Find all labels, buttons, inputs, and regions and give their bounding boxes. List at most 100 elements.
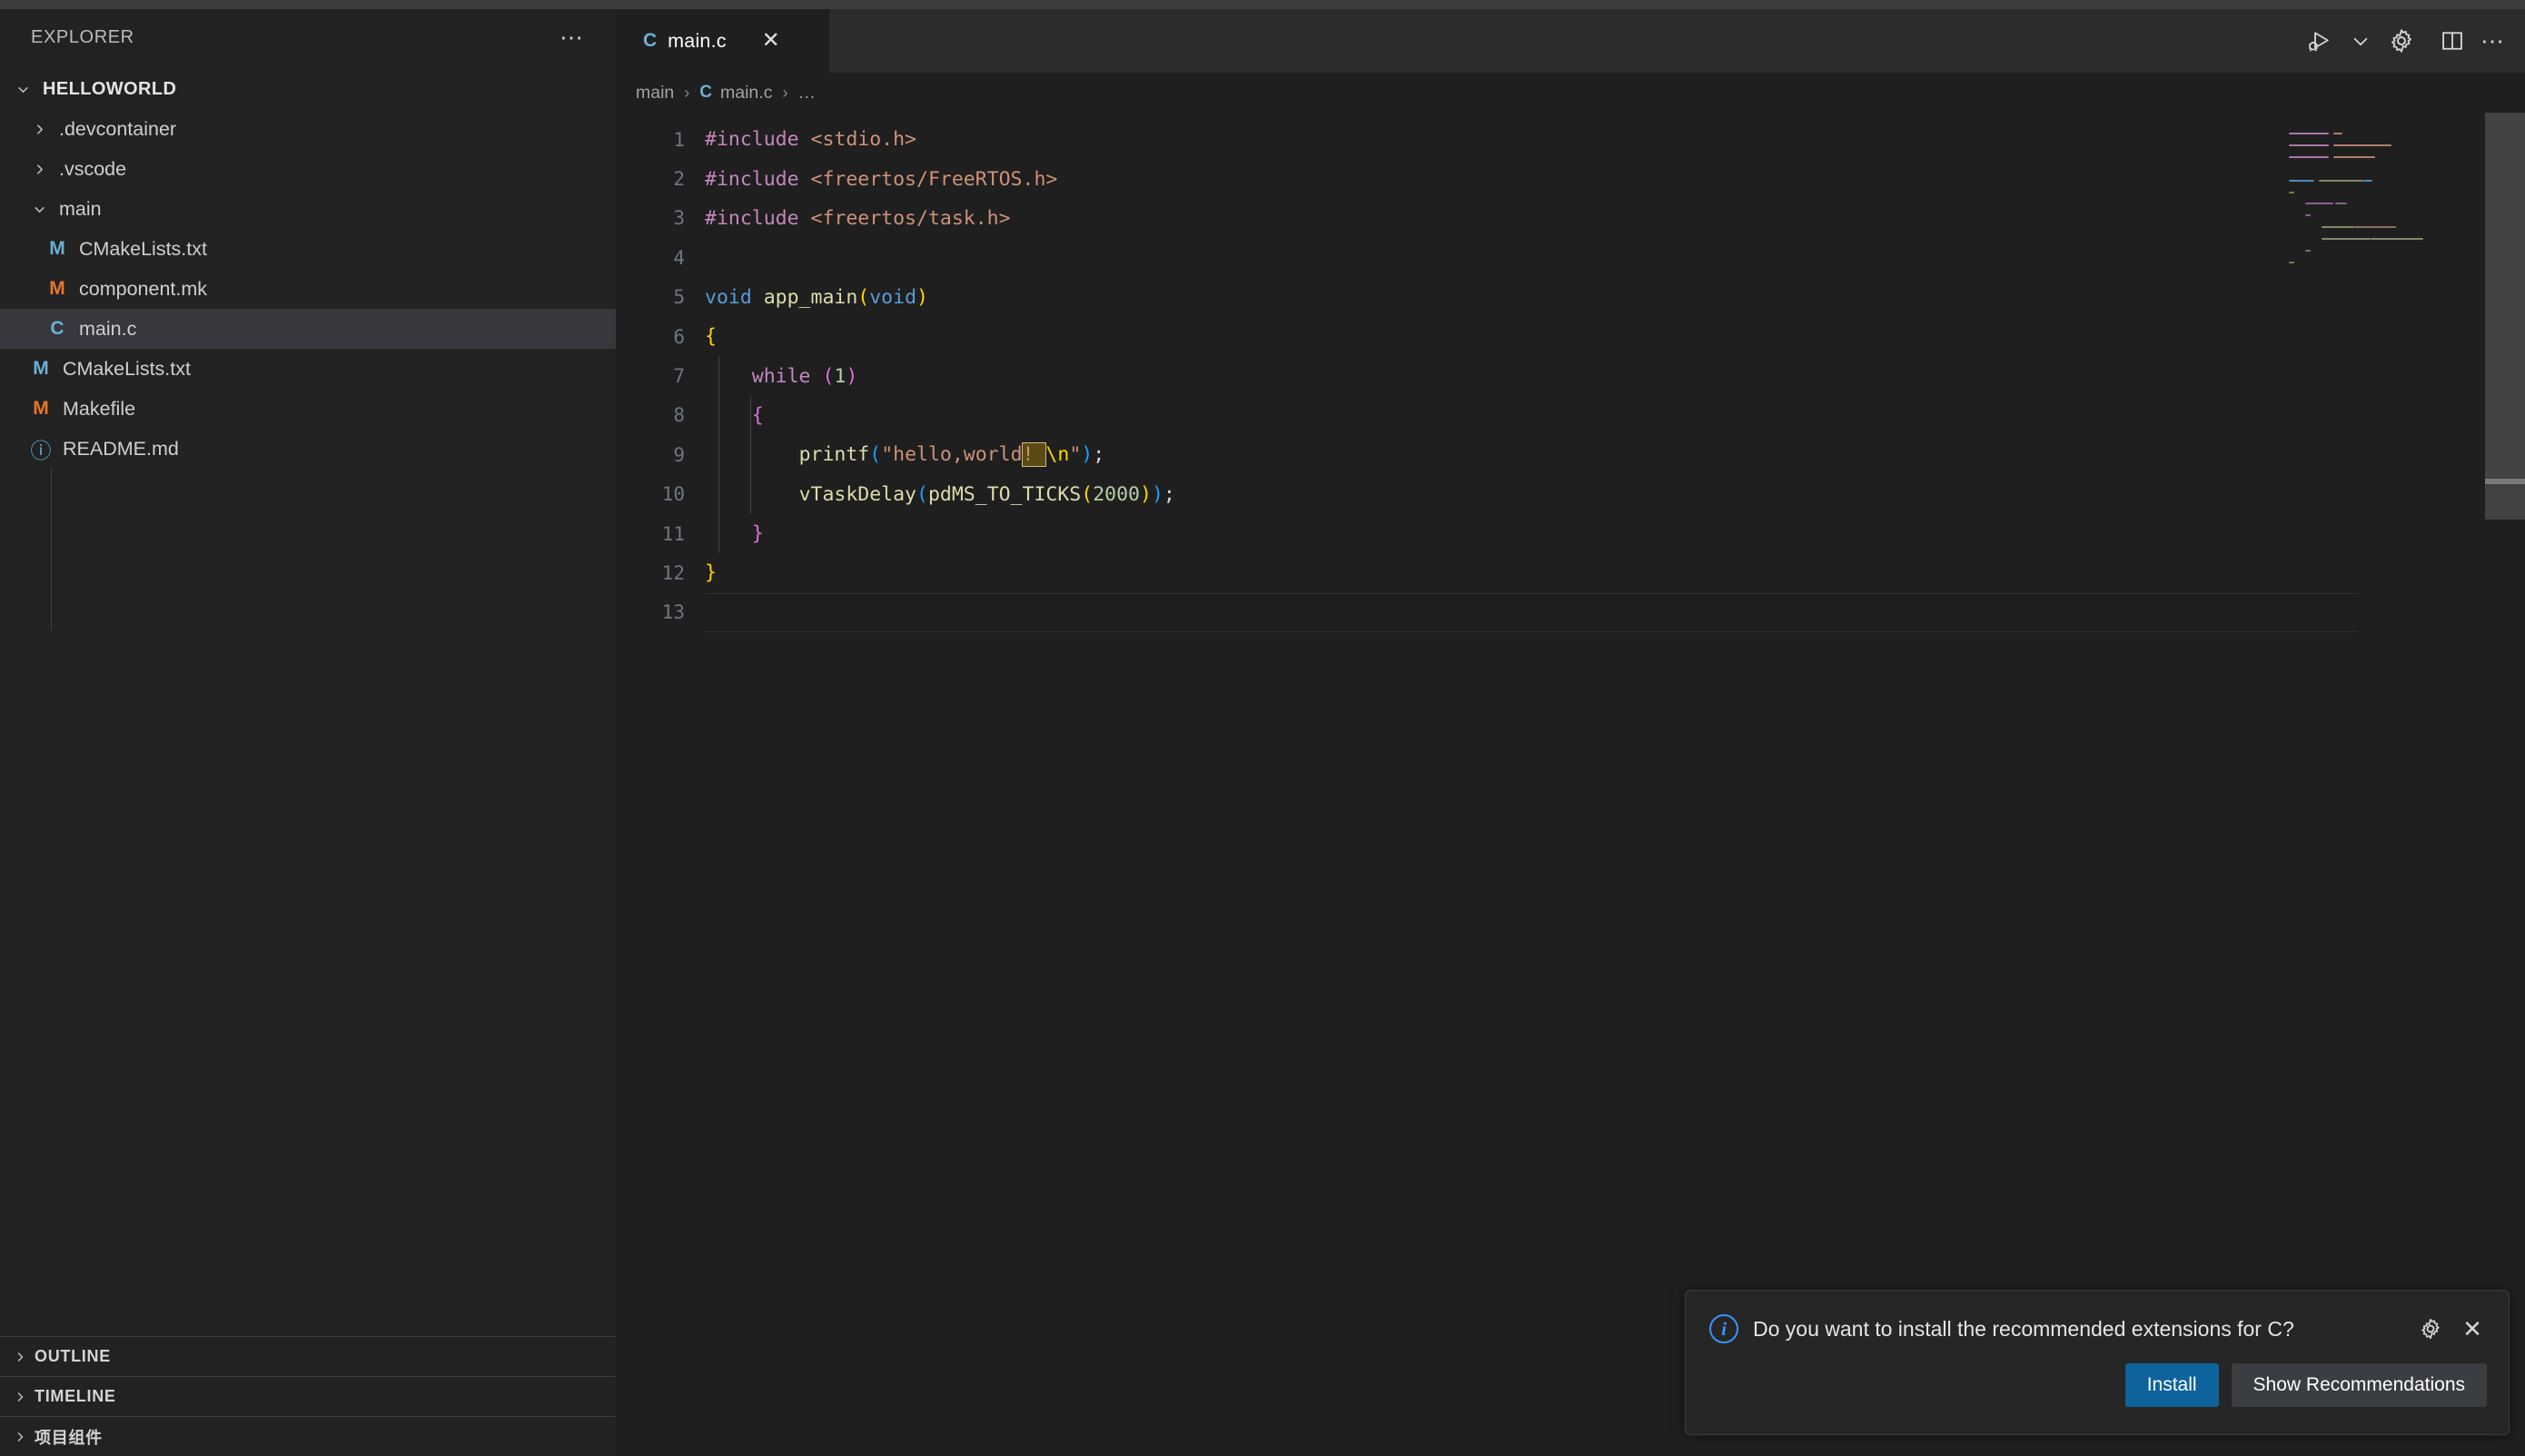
sidebar-item-label: main [59, 197, 102, 220]
code-token: ( [869, 443, 882, 467]
run-and-debug-icon[interactable] [2294, 9, 2345, 73]
line-number: 10 [661, 483, 685, 506]
code-token: void [705, 285, 752, 309]
code-line[interactable]: 7 while (1) [616, 356, 2525, 395]
panel-outline[interactable]: OUTLINE [0, 1336, 616, 1376]
sidebar-item-root-cmakelists[interactable]: M CMakeLists.txt [0, 349, 616, 389]
line-number: 8 [673, 404, 685, 427]
cmake-icon: M [33, 358, 49, 379]
line-number: 4 [673, 246, 685, 269]
code-lines: 1 #include <stdio.h> 2 #include <freertos/F… [616, 120, 2525, 633]
breadcrumb-more[interactable]: … [797, 83, 817, 104]
code-token: ) [916, 285, 928, 309]
close-icon[interactable]: ✕ [759, 30, 783, 52]
code-text: #include <stdio.h> [705, 128, 916, 151]
editor-tab-bar: C main.c ✕ ⋯ [616, 9, 2525, 73]
chevron-down-icon[interactable] [2345, 9, 2376, 73]
sidebar-collapsed-panels: OUTLINE TIMELINE 项目组件 [0, 1336, 616, 1456]
code-text: printf("hello,world! \n"); [705, 442, 1105, 468]
code-token: app_main [751, 285, 858, 309]
panel-label: TIMELINE [35, 1387, 116, 1405]
scrollbar-thumb[interactable] [2485, 113, 2525, 520]
sidebar-item-label: README.md [63, 437, 179, 460]
more-actions-icon[interactable]: ⋯ [2478, 9, 2509, 73]
code-token: ( [1081, 482, 1094, 506]
install-button[interactable]: Install [2124, 1363, 2219, 1407]
overview-ruler-mark [2485, 479, 2525, 484]
code-text: { [705, 325, 717, 348]
find-match-highlight: ! [1021, 442, 1047, 468]
code-text: } [705, 561, 717, 584]
code-line[interactable]: 3 #include <freertos/task.h> [616, 199, 2525, 238]
sidebar-item-component-mk[interactable]: M component.mk [0, 269, 616, 309]
explorer-sidebar: EXPLORER ⋯ HELLOWORLD .devcontainer .vsc… [0, 9, 616, 1456]
code-line[interactable]: 8 { [616, 396, 2525, 435]
code-line[interactable]: 4 [616, 238, 2525, 277]
editor-actions: ⋯ [2294, 9, 2525, 73]
sidebar-item-label: main.c [79, 317, 137, 340]
explorer-title: EXPLORER [31, 26, 134, 47]
code-token: ; [1093, 443, 1105, 467]
editor-scrollbar[interactable] [2485, 113, 2525, 1456]
code-text: } [705, 522, 764, 545]
line-number: 5 [673, 286, 685, 309]
tree-root-label: HELLOWORLD [43, 78, 177, 99]
c-file-icon: C [643, 30, 658, 51]
code-token: ( [822, 364, 835, 388]
settings-gear-icon[interactable] [2376, 9, 2427, 73]
c-file-icon: C [50, 318, 64, 339]
code-token: ) [1151, 482, 1163, 506]
code-line[interactable]: 12} [616, 553, 2525, 592]
notification-toast: i Do you want to install the recommended… [1685, 1290, 2510, 1435]
code-line[interactable]: 2 #include <freertos/FreeRTOS.h> [616, 159, 2525, 198]
chevron-down-icon [9, 82, 36, 97]
code-token: ) [1139, 482, 1152, 506]
sidebar-item-main-c[interactable]: C main.c [0, 309, 616, 349]
line-number: 11 [661, 522, 685, 545]
code-token: vTaskDelay [798, 482, 917, 506]
makefile-icon: M [33, 398, 49, 419]
code-line[interactable]: 11 } [616, 514, 2525, 553]
chevron-right-icon [5, 1430, 35, 1444]
line-number: 13 [661, 601, 685, 624]
explorer-header: EXPLORER ⋯ [0, 9, 616, 65]
code-line[interactable]: 13 [616, 592, 2525, 633]
code-token: <freertos/FreeRTOS.h> [810, 167, 1058, 191]
sidebar-item-label: CMakeLists.txt [63, 357, 191, 380]
sidebar-item-devcontainer[interactable]: .devcontainer [0, 109, 616, 149]
sidebar-item-vscode[interactable]: .vscode [0, 149, 616, 189]
code-token: 1 [834, 364, 847, 388]
split-editor-icon[interactable] [2427, 9, 2478, 73]
chevron-right-icon [5, 1350, 35, 1364]
panel-project-components[interactable]: 项目组件 [0, 1416, 616, 1456]
code-line[interactable]: 5 void app_main(void) [616, 278, 2525, 317]
sidebar-item-main-folder[interactable]: main [0, 189, 616, 229]
tree-root-helloworld[interactable]: HELLOWORLD [0, 69, 616, 109]
code-line[interactable]: 1 #include <stdio.h> [616, 120, 2525, 159]
code-token: { [705, 325, 717, 349]
panel-label: OUTLINE [35, 1347, 111, 1365]
code-text: void app_main(void) [705, 286, 928, 309]
code-token: ( [916, 482, 928, 506]
code-line[interactable]: 10 vTaskDelay(pdMS_TO_TICKS(2000)); [616, 475, 2525, 514]
sidebar-item-label: component.mk [79, 277, 208, 300]
code-line[interactable]: 6{ [616, 317, 2525, 356]
show-recommendations-button[interactable]: Show Recommendations [2231, 1363, 2487, 1407]
sidebar-item-main-cmakelists[interactable]: M CMakeLists.txt [0, 229, 616, 269]
tab-main-c[interactable]: C main.c ✕ [616, 9, 829, 73]
code-editor[interactable]: 1 #include <stdio.h> 2 #include <freertos/F… [616, 113, 2525, 1456]
code-token: void [869, 285, 917, 309]
sidebar-item-readme[interactable]: ⓘ README.md [0, 429, 616, 469]
close-icon[interactable]: ✕ [2456, 1312, 2489, 1345]
code-token: #include [705, 128, 811, 152]
settings-gear-icon[interactable] [2414, 1312, 2447, 1345]
panel-timeline[interactable]: TIMELINE [0, 1376, 616, 1416]
sidebar-item-makefile[interactable]: M Makefile [0, 389, 616, 429]
code-token: ) [846, 364, 858, 388]
breadcrumb-file[interactable]: main.c [720, 83, 772, 104]
breadcrumb-folder[interactable]: main [636, 83, 674, 104]
code-token: \n [1045, 443, 1070, 467]
code-line[interactable]: 9 printf("hello,world! \n"); [616, 435, 2525, 474]
explorer-more-actions-icon[interactable]: ⋯ [552, 25, 592, 49]
